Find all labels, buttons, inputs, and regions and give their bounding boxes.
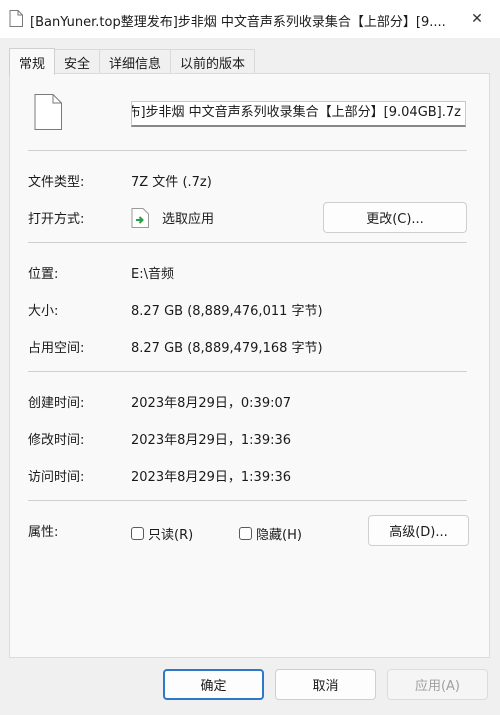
divider [28, 371, 467, 372]
location-value: E:\音频 [131, 267, 174, 282]
open-with-value: 选取应用 [162, 212, 215, 227]
ok-button[interactable]: 确定 [163, 669, 264, 700]
general-panel: [BanYuner.top整理发布]步非烟 中文音声系列收录集合【上部分】[9.… [9, 73, 490, 658]
apply-button[interactable]: 应用(A) [387, 669, 488, 700]
readonly-label: 只读(R) [148, 528, 194, 543]
title-bar: [BanYuner.top整理发布]步非烟 中文音声系列收录集合【上部分】[9.… [0, 0, 500, 38]
open-with-label: 打开方式: [28, 212, 85, 227]
size-value: 8.27 GB (8,889,476,011 字节) [131, 304, 323, 319]
file-icon [9, 10, 23, 27]
tab-security[interactable]: 安全 [54, 49, 101, 74]
hidden-checkbox[interactable]: 隐藏(H) [239, 524, 302, 543]
tab-bar: 常规 安全 详细信息 以前的版本 [9, 48, 256, 75]
advanced-button[interactable]: 高级(D)... [368, 515, 469, 546]
tab-details[interactable]: 详细信息 [99, 49, 172, 74]
app-icon [131, 208, 149, 228]
readonly-checkbox[interactable]: 只读(R) [131, 524, 193, 543]
attributes-label: 属性: [28, 525, 59, 540]
file-type-label: 文件类型: [28, 175, 85, 190]
divider [28, 150, 467, 151]
readonly-checkbox-box[interactable] [131, 527, 144, 540]
close-button[interactable]: ✕ [454, 0, 500, 38]
file-name-text: [BanYuner.top整理发布]步非烟 中文音声系列收录集合【上部分】[9.… [132, 105, 461, 120]
size-on-disk-label: 占用空间: [28, 341, 85, 356]
tab-previous-versions[interactable]: 以前的版本 [170, 49, 256, 74]
file-type-value: 7Z 文件 (.7z) [131, 175, 212, 190]
size-label: 大小: [28, 304, 59, 319]
large-file-icon [34, 94, 62, 130]
window-title: [BanYuner.top整理发布]步非烟 中文音声系列收录集合【上部分】[9.… [30, 15, 446, 30]
size-on-disk-value: 8.27 GB (8,889,479,168 字节) [131, 341, 323, 356]
created-label: 创建时间: [28, 396, 85, 411]
hidden-checkbox-box[interactable] [239, 527, 252, 540]
change-button[interactable]: 更改(C)... [323, 202, 467, 233]
hidden-label: 隐藏(H) [256, 528, 302, 543]
tab-general[interactable]: 常规 [9, 48, 56, 75]
accessed-label: 访问时间: [28, 470, 85, 485]
divider [28, 242, 467, 243]
location-label: 位置: [28, 267, 59, 282]
modified-value: 2023年8月29日，1:39:36 [131, 433, 292, 448]
divider [28, 500, 467, 501]
close-icon: ✕ [471, 11, 483, 27]
created-value: 2023年8月29日，0:39:07 [131, 396, 292, 411]
accessed-value: 2023年8月29日，1:39:36 [131, 470, 292, 485]
cancel-button[interactable]: 取消 [275, 669, 376, 700]
file-name-input[interactable]: [BanYuner.top整理发布]步非烟 中文音声系列收录集合【上部分】[9.… [131, 101, 466, 127]
modified-label: 修改时间: [28, 433, 85, 448]
